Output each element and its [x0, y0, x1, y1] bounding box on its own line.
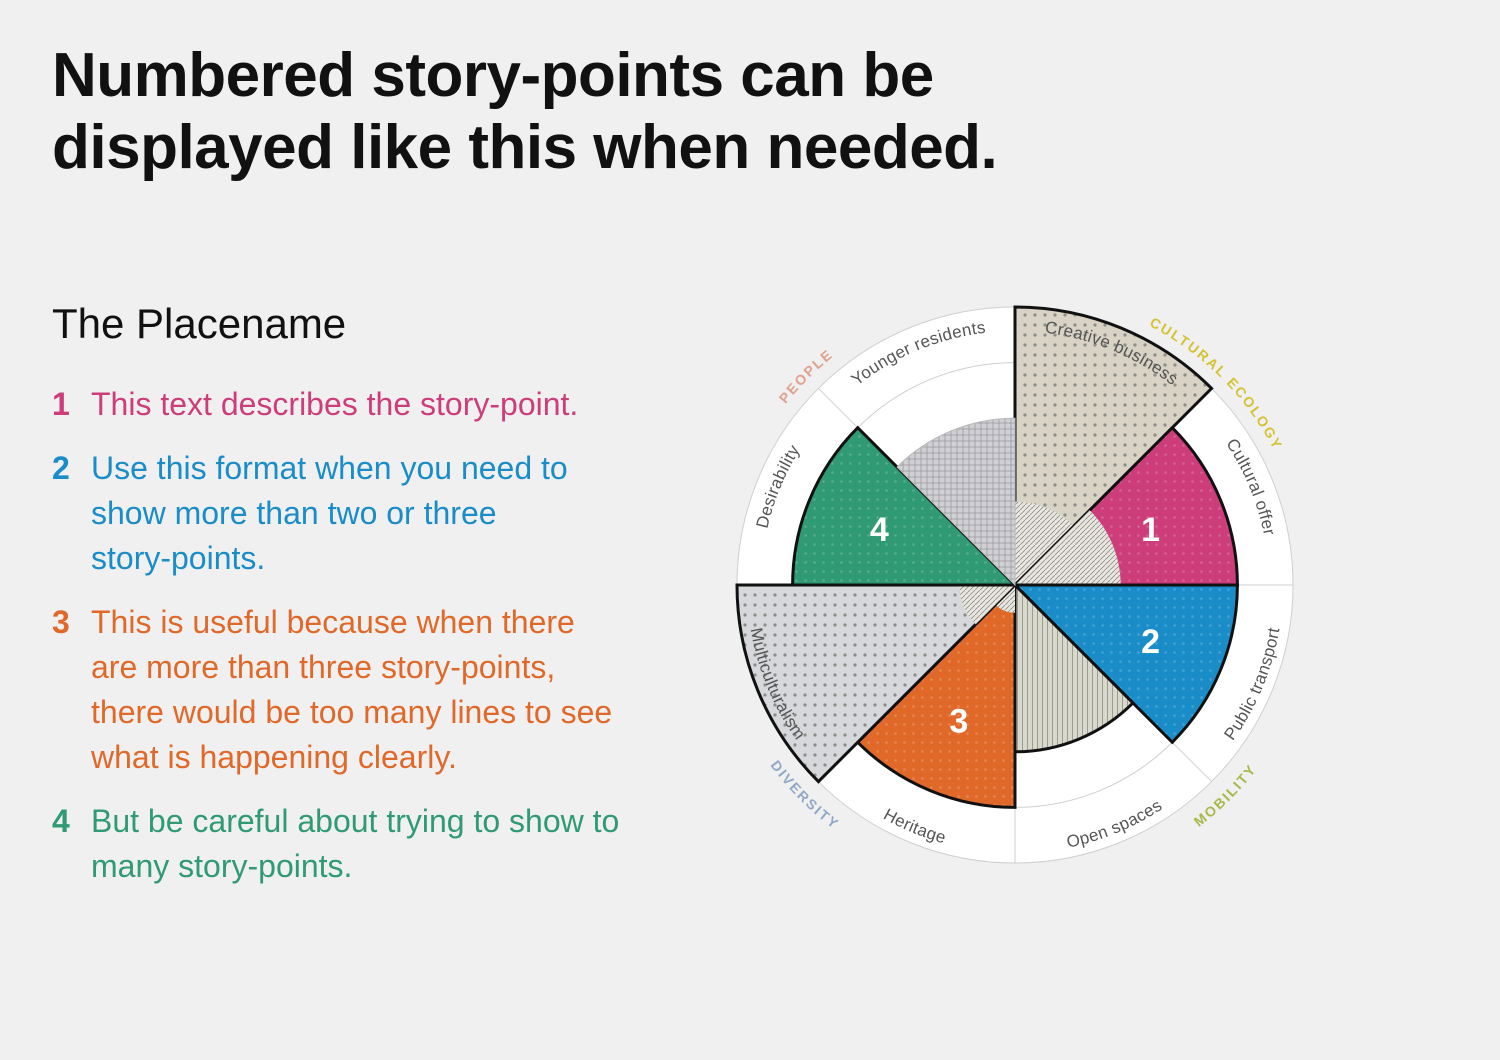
- story-point-marker: 4: [870, 511, 889, 549]
- story-point-marker: 2: [1141, 623, 1160, 661]
- story-point-marker: 3: [949, 703, 968, 741]
- story-point-marker: 1: [1141, 511, 1160, 549]
- polar-area-chart: 1234 Creative businessCultural offerPubl…: [735, 305, 1294, 864]
